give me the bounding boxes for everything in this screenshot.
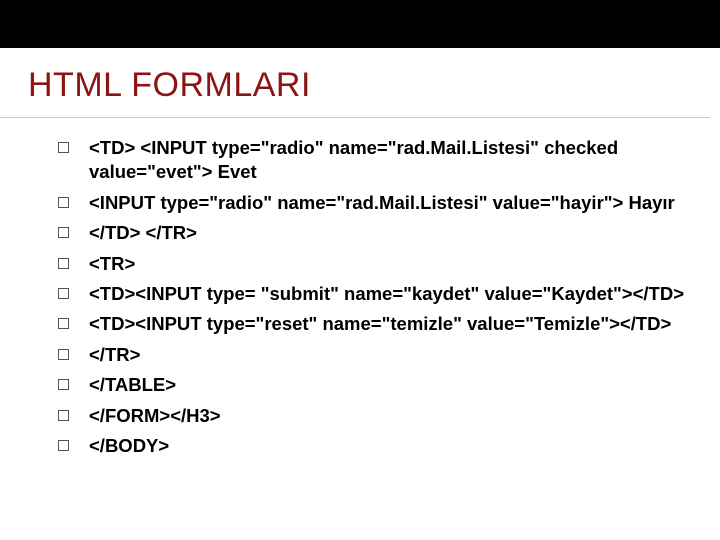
square-bullet-icon — [58, 410, 69, 421]
list-item-text: <INPUT type="radio" name="rad.Mail.Liste… — [89, 191, 690, 215]
list-item: </FORM></H3> — [58, 404, 690, 428]
list-item: </TD> </TR> — [58, 221, 690, 245]
list-item: <INPUT type="radio" name="rad.Mail.Liste… — [58, 191, 690, 215]
list-item: <TD><INPUT type= "submit" name="kaydet" … — [58, 282, 690, 306]
square-bullet-icon — [58, 197, 69, 208]
list-item-text: </BODY> — [89, 434, 690, 458]
square-bullet-icon — [58, 440, 69, 451]
square-bullet-icon — [58, 379, 69, 390]
square-bullet-icon — [58, 258, 69, 269]
list-item-text: <TD> <INPUT type="radio" name="rad.Mail.… — [89, 136, 690, 185]
list-item: <TD><INPUT type="reset" name="temizle" v… — [58, 312, 690, 336]
list-item-text: </TD> </TR> — [89, 221, 690, 245]
square-bullet-icon — [58, 288, 69, 299]
list-item: <TR> — [58, 252, 690, 276]
list-item-text: <TD><INPUT type= "submit" name="kaydet" … — [89, 282, 690, 306]
square-bullet-icon — [58, 318, 69, 329]
bullet-list: <TD> <INPUT type="radio" name="rad.Mail.… — [0, 118, 720, 458]
square-bullet-icon — [58, 227, 69, 238]
top-bar — [0, 0, 720, 48]
list-item: <TD> <INPUT type="radio" name="rad.Mail.… — [58, 136, 690, 185]
list-item: </TR> — [58, 343, 690, 367]
list-item: </TABLE> — [58, 373, 690, 397]
list-item-text: </FORM></H3> — [89, 404, 690, 428]
square-bullet-icon — [58, 142, 69, 153]
square-bullet-icon — [58, 349, 69, 360]
list-item-text: </TR> — [89, 343, 690, 367]
list-item-text: <TD><INPUT type="reset" name="temizle" v… — [89, 312, 690, 336]
page-title: HTML FORMLARI — [0, 48, 710, 118]
list-item-text: <TR> — [89, 252, 690, 276]
list-item-text: </TABLE> — [89, 373, 690, 397]
list-item: </BODY> — [58, 434, 690, 458]
